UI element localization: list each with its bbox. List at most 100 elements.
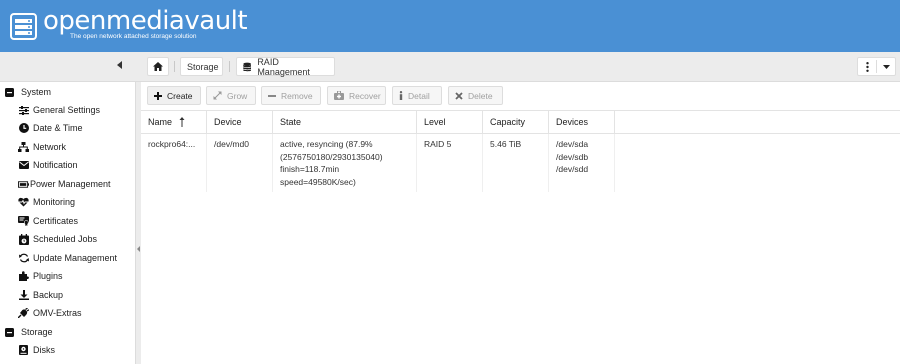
column-label: Device — [214, 117, 242, 127]
remove-label: Remove — [281, 90, 313, 101]
sort-asc-icon — [179, 117, 185, 127]
collapse-minus-icon[interactable] — [4, 87, 15, 98]
page-actions-menu[interactable] — [857, 57, 896, 76]
column-header-devices[interactable]: Devices — [549, 111, 615, 133]
sidebar-item-power-management[interactable]: Power Management — [18, 175, 111, 193]
column-label: Level — [424, 117, 446, 127]
cell-capacity: 5.46 TiB — [483, 134, 549, 192]
caret-left-icon — [117, 61, 122, 69]
sidebar-group-storage[interactable]: Storage — [4, 323, 53, 341]
collapse-sidebar-button[interactable] — [114, 61, 126, 73]
column-header-capacity[interactable]: Capacity — [483, 111, 549, 133]
sidebar-item-update-management[interactable]: Update Management — [18, 249, 117, 267]
sidebar-group-system[interactable]: System — [4, 83, 51, 101]
plug-icon — [18, 308, 29, 319]
clock-icon — [18, 123, 29, 134]
column-header-name[interactable]: Name — [141, 111, 207, 133]
state-line: (2576750180/2930135040) — [280, 151, 383, 162]
certificate-icon — [18, 216, 29, 227]
breadcrumb-bar: Storage RAID Management — [0, 52, 900, 82]
table-row[interactable]: rockpro64:... /dev/md0 active, resyncing… — [141, 134, 900, 192]
heartbeat-icon — [18, 197, 29, 208]
grow-button[interactable]: Grow — [206, 86, 256, 105]
breadcrumb-home[interactable] — [147, 57, 169, 76]
expand-icon — [213, 91, 222, 100]
navigation-sidebar: System General Settings Date & Time Netw… — [0, 82, 136, 364]
sidebar-item-label: Date & Time — [33, 123, 83, 133]
home-icon — [153, 62, 163, 71]
medkit-icon — [334, 91, 344, 100]
device-entry: /dev/sdb — [556, 151, 589, 162]
sidebar-item-backup[interactable]: Backup — [18, 286, 63, 304]
cell-devices: /dev/sda /dev/sdb /dev/sdd — [549, 134, 615, 192]
state-line: active, resyncing (87.9% — [280, 139, 373, 149]
detail-button[interactable]: Detail — [392, 86, 442, 105]
breadcrumb-separator — [229, 61, 230, 72]
sidebar-item-date-time[interactable]: Date & Time — [18, 119, 83, 137]
sidebar-item-certificates[interactable]: Certificates — [18, 212, 78, 230]
breadcrumb-raid-management[interactable]: RAID Management — [236, 57, 335, 77]
create-label: Create — [167, 90, 193, 101]
sidebar-item-scheduled-jobs[interactable]: Scheduled Jobs — [18, 230, 97, 248]
column-label: Devices — [556, 117, 589, 127]
minus-icon — [268, 92, 276, 100]
sidebar-item-plugins[interactable]: Plugins — [18, 267, 63, 285]
app-title: openmediavault — [43, 6, 248, 36]
sidebar-item-label: OMV-Extras — [33, 308, 82, 318]
sidebar-group-label: Storage — [21, 327, 53, 337]
breadcrumb-storage[interactable]: Storage — [180, 57, 223, 76]
vertical-dots-icon[interactable] — [858, 61, 876, 72]
sidebar-item-label: Notification — [33, 160, 78, 170]
breadcrumb-separator — [174, 61, 175, 72]
close-icon — [455, 91, 463, 100]
sidebar-item-label: Update Management — [33, 253, 118, 263]
column-header-level[interactable]: Level — [417, 111, 483, 133]
refresh-icon — [18, 253, 29, 264]
remove-button[interactable]: Remove — [261, 86, 321, 105]
grow-label: Grow — [227, 90, 248, 101]
sidebar-item-label: Plugins — [33, 271, 63, 281]
app-tagline: The open network attached storage soluti… — [70, 33, 197, 40]
column-header-state[interactable]: State — [273, 111, 417, 133]
sidebar-item-network[interactable]: Network — [18, 138, 66, 156]
sidebar-group-label: System — [21, 87, 52, 97]
cell-state: active, resyncing (87.9% (2576750180/293… — [273, 134, 417, 192]
column-header-device[interactable]: Device — [207, 111, 273, 133]
sidebar-item-label: Network — [33, 142, 67, 152]
disk-icon — [18, 345, 29, 356]
collapse-minus-icon[interactable] — [4, 327, 15, 338]
delete-button[interactable]: Delete — [448, 86, 503, 105]
envelope-icon — [18, 160, 29, 171]
cell-level: RAID 5 — [417, 134, 483, 192]
state-line: speed=49580K/sec) — [280, 176, 356, 187]
sidebar-item-monitoring[interactable]: Monitoring — [18, 193, 75, 211]
device-entry: /dev/sdd — [556, 164, 589, 174]
column-label: State — [280, 117, 302, 127]
delete-label: Delete — [468, 90, 493, 101]
cell-device: /dev/md0 — [207, 134, 273, 192]
sliders-icon — [18, 105, 29, 116]
plus-icon — [154, 91, 162, 100]
cell-name: rockpro64:... — [141, 134, 207, 192]
server-logo-icon — [10, 13, 37, 40]
sidebar-item-label: Monitoring — [33, 197, 76, 207]
sidebar-item-omv-extras[interactable]: OMV-Extras — [18, 304, 82, 322]
splitter-grip-icon[interactable] — [137, 246, 140, 252]
sidebar-item-label: Scheduled Jobs — [33, 234, 98, 244]
sidebar-item-label: Disks — [33, 345, 55, 355]
create-button[interactable]: Create — [147, 86, 201, 105]
sidebar-item-notification[interactable]: Notification — [18, 156, 78, 174]
column-label: Name — [148, 117, 173, 127]
breadcrumb-storage-label: Storage — [187, 61, 219, 72]
recover-button[interactable]: Recover — [327, 86, 386, 105]
calendar-icon — [18, 233, 29, 245]
sidebar-item-label: Certificates — [33, 216, 79, 226]
sidebar-item-general-settings[interactable]: General Settings — [18, 101, 100, 119]
device-entry: /dev/sda — [556, 139, 589, 149]
puzzle-icon — [18, 271, 29, 282]
sidebar-item-label: Backup — [33, 290, 64, 300]
detail-label: Detail — [408, 90, 430, 101]
sidebar-item-disks[interactable]: Disks — [18, 341, 55, 359]
database-icon — [243, 62, 252, 71]
caret-down-icon[interactable] — [877, 64, 895, 69]
